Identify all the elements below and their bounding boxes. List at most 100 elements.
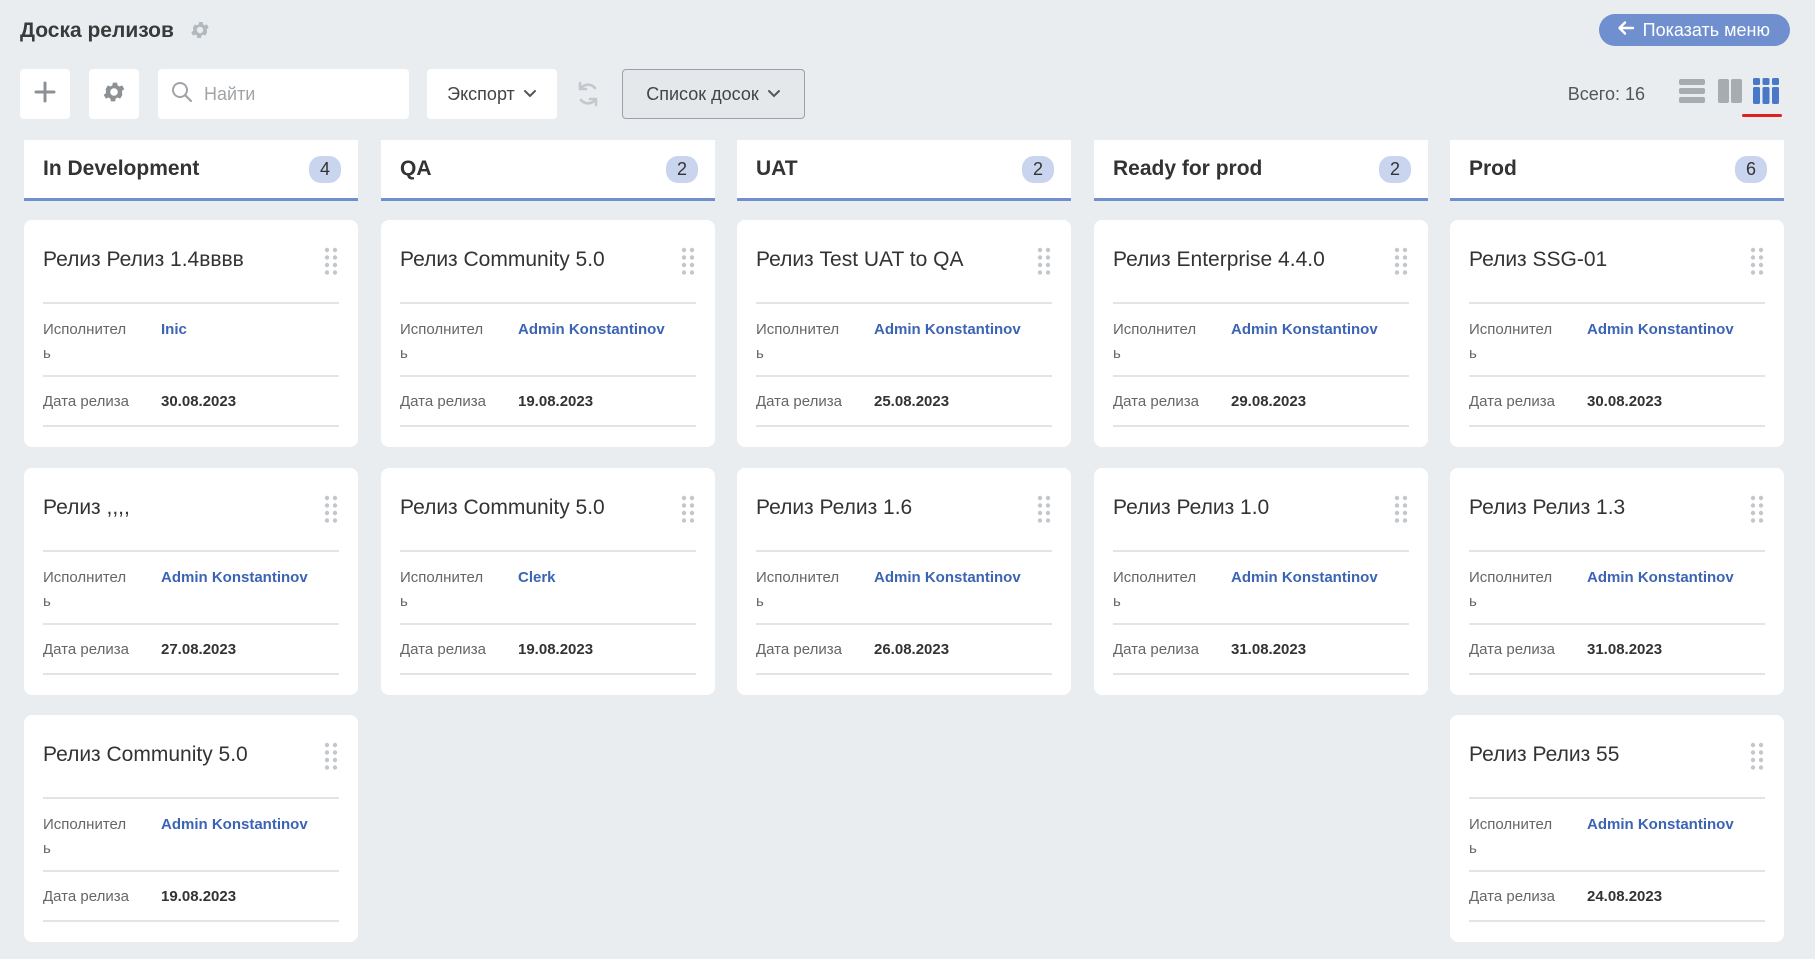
release-card[interactable]: Релиз Релиз 55 Исполнител ь Admin Konstanti… — [1450, 715, 1784, 942]
release-date-label: Дата релиза — [1469, 888, 1555, 905]
divider — [400, 550, 696, 552]
plus-icon — [33, 80, 57, 109]
drag-handle-icon[interactable] — [324, 247, 338, 275]
total-count: Всего: 16 — [1567, 84, 1645, 104]
release-card[interactable]: Релиз Релиз 1.6 Исполнител ь Admin Konstant… — [737, 468, 1071, 695]
assignee-label-line2: ь — [756, 345, 764, 362]
card-title[interactable]: Релиз Community 5.0 — [400, 248, 605, 272]
drag-handle-icon[interactable] — [324, 742, 338, 770]
drag-handle-icon[interactable] — [1394, 247, 1408, 275]
drag-handle-icon[interactable] — [681, 247, 695, 275]
column-header: UAT 2 — [737, 140, 1071, 201]
assignee-label: Исполнител ь — [1113, 566, 1223, 614]
assignee-label: Исполнител ь — [756, 318, 866, 366]
release-date-value: 25.08.2023 — [874, 393, 950, 410]
card-title[interactable]: Релиз Релиз 1.3 — [1469, 496, 1625, 520]
release-card[interactable]: Релиз SSG-01 Исполнител ь Admin Konstantino… — [1450, 220, 1784, 447]
assignee-label-line1: Исполнител — [1469, 321, 1553, 338]
divider — [1469, 920, 1765, 922]
assignee-label-line2: ь — [400, 593, 408, 610]
refresh-icon[interactable] — [573, 79, 603, 109]
assignee-link[interactable]: Admin Konstantinov — [1587, 566, 1734, 590]
divider — [1469, 550, 1765, 552]
release-card[interactable]: Релиз ,,,, Исполнител ь Admin Konstantinov Д… — [24, 468, 358, 695]
chevron-down-icon — [523, 84, 537, 105]
divider — [43, 673, 339, 675]
assignee-label-line1: Исполнител — [1469, 816, 1553, 833]
drag-handle-icon[interactable] — [1750, 742, 1764, 770]
release-date-label: Дата релиза — [43, 393, 129, 410]
assignee-link[interactable]: Admin Konstantinov — [518, 318, 665, 342]
release-card[interactable]: Релиз Test UAT to QA Исполнител ь Admin Kon… — [737, 220, 1071, 447]
column-title: In Development — [43, 157, 200, 180]
release-card[interactable]: Релиз Community 5.0 Исполнител ь Admin Kons… — [24, 715, 358, 942]
card-title[interactable]: Релиз Релиз 55 — [1469, 743, 1619, 767]
show-menu-button[interactable]: Показать меню — [1598, 14, 1790, 46]
release-card[interactable]: Релиз Enterprise 4.4.0 Исполнител ь Admin K… — [1094, 220, 1428, 447]
card-title[interactable]: Релиз ,,,, — [43, 496, 130, 520]
two-column-view-icon — [1717, 78, 1743, 109]
drag-handle-icon[interactable] — [1750, 247, 1764, 275]
release-date-label: Дата релиза — [756, 641, 842, 658]
boards-list-dropdown[interactable]: Список досок — [622, 69, 805, 119]
drag-handle-icon[interactable] — [1037, 247, 1051, 275]
assignee-label-line1: Исполнител — [400, 321, 484, 338]
drag-handle-icon[interactable] — [1394, 495, 1408, 523]
column-4: Prod 6 Релиз SSG-01 Исполнител ь Admin Konsta… — [1450, 140, 1784, 942]
card-title[interactable]: Релиз Релиз 1.4вввв — [43, 248, 244, 272]
release-date-label: Дата релиза — [400, 393, 486, 410]
release-date-label: Дата релиза — [756, 393, 842, 410]
release-card[interactable]: Релиз Релиз 1.4вввв Исполнител ь Inic Дата р… — [24, 220, 358, 447]
add-button[interactable] — [20, 69, 70, 119]
drag-handle-icon[interactable] — [324, 495, 338, 523]
release-card[interactable]: Релиз Релиз 1.3 Исполнител ь Admin Konstant… — [1450, 468, 1784, 695]
assignee-label-line1: Исполнител — [756, 569, 840, 586]
card-title[interactable]: Релиз Релиз 1.0 — [1113, 496, 1269, 520]
release-card[interactable]: Релиз Community 5.0 Исполнител ь Clerk Дата … — [381, 468, 715, 695]
assignee-link[interactable]: Admin Konstantinov — [1231, 566, 1378, 590]
assignee-label: Исполнител ь — [400, 566, 510, 614]
assignee-link[interactable]: Admin Konstantinov — [1231, 318, 1378, 342]
search-box — [158, 69, 409, 119]
assignee-link[interactable]: Admin Konstantinov — [1587, 813, 1734, 837]
board-view-button[interactable] — [1750, 77, 1782, 109]
assignee-label-line2: ь — [1469, 593, 1477, 610]
drag-handle-icon[interactable] — [681, 495, 695, 523]
card-title[interactable]: Релиз SSG-01 — [1469, 248, 1607, 272]
board-view-icon — [1752, 77, 1780, 110]
release-card[interactable]: Релиз Релиз 1.0 Исполнител ь Admin Konstant… — [1094, 468, 1428, 695]
divider — [43, 550, 339, 552]
release-date-label: Дата релиза — [1469, 393, 1555, 410]
drag-handle-icon[interactable] — [1750, 495, 1764, 523]
assignee-link[interactable]: Admin Konstantinov — [161, 566, 308, 590]
assignee-label-line1: Исполнител — [43, 816, 127, 833]
list-view-button[interactable] — [1676, 77, 1708, 109]
card-title[interactable]: Релиз Community 5.0 — [400, 496, 605, 520]
two-column-view-button[interactable] — [1714, 77, 1746, 109]
release-card[interactable]: Релиз Community 5.0 Исполнител ь Admin Kons… — [381, 220, 715, 447]
search-input[interactable] — [204, 83, 394, 105]
drag-handle-icon[interactable] — [1037, 495, 1051, 523]
release-date-value: 31.08.2023 — [1231, 641, 1307, 658]
gear-icon[interactable] — [189, 19, 211, 41]
assignee-link[interactable]: Admin Konstantinov — [161, 813, 308, 837]
assignee-label-line2: ь — [400, 345, 408, 362]
assignee-link[interactable]: Admin Konstantinov — [1587, 318, 1734, 342]
assignee-label-line2: ь — [43, 840, 51, 857]
assignee-link[interactable]: Inic — [161, 318, 187, 342]
export-dropdown[interactable]: Экспорт — [427, 69, 557, 119]
settings-button[interactable] — [89, 69, 139, 119]
divider — [1469, 870, 1765, 872]
divider — [1113, 375, 1409, 377]
card-title[interactable]: Релиз Test UAT to QA — [756, 248, 963, 272]
release-date-value: 30.08.2023 — [161, 393, 237, 410]
assignee-link[interactable]: Clerk — [518, 566, 556, 590]
assignee-link[interactable]: Admin Konstantinov — [874, 566, 1021, 590]
card-title[interactable]: Релиз Enterprise 4.4.0 — [1113, 248, 1325, 272]
card-title[interactable]: Релиз Community 5.0 — [43, 743, 248, 767]
divider — [400, 623, 696, 625]
divider — [1469, 302, 1765, 304]
search-icon — [170, 80, 194, 109]
card-title[interactable]: Релиз Релиз 1.6 — [756, 496, 912, 520]
assignee-link[interactable]: Admin Konstantinov — [874, 318, 1021, 342]
